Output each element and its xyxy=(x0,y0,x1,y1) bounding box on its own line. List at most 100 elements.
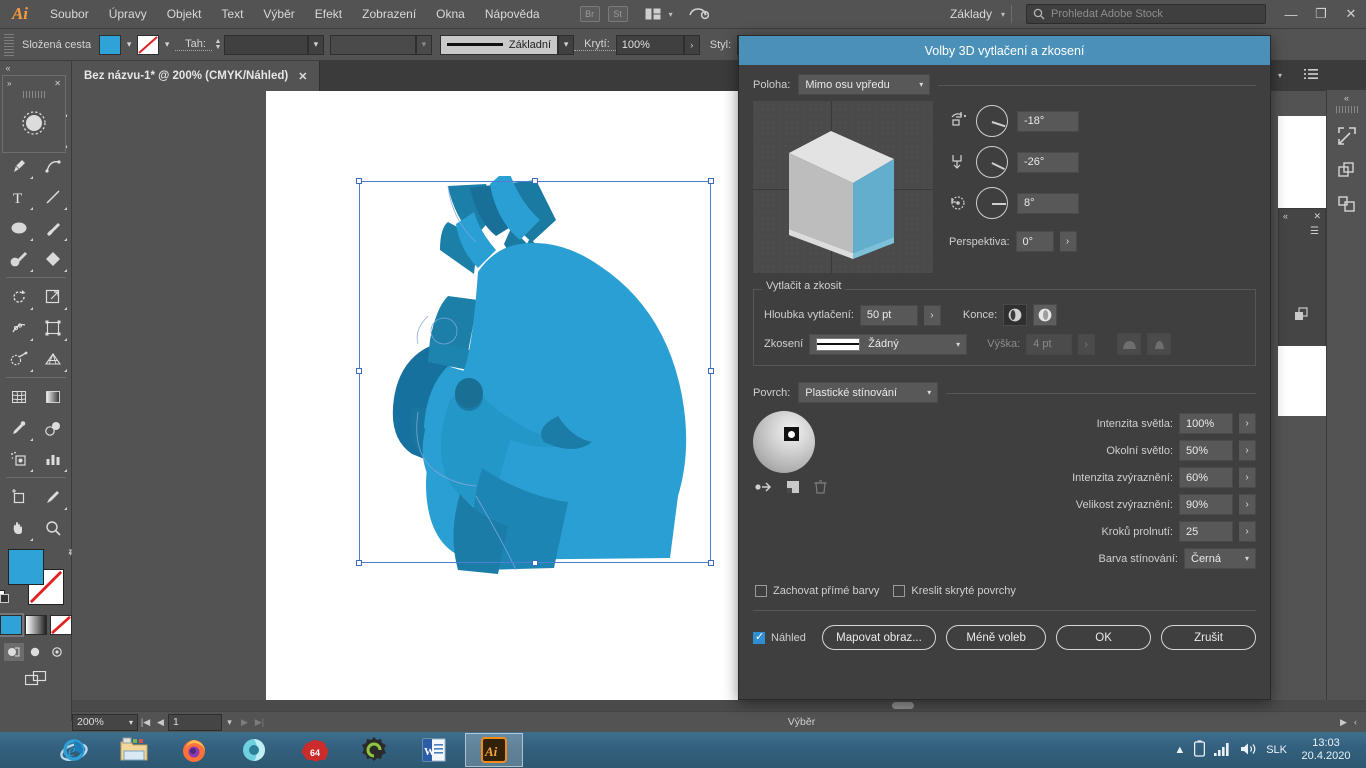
selection-handle-ml[interactable] xyxy=(356,368,362,374)
move-light-back-icon[interactable] xyxy=(755,481,772,496)
ambient-light-flyout-icon[interactable]: › xyxy=(1239,440,1256,461)
blend-steps-input[interactable]: 25 xyxy=(1179,521,1233,542)
zoom-level-select[interactable]: 200% ▾ xyxy=(72,714,138,731)
tool-scale[interactable] xyxy=(36,281,70,312)
layers-panel-icon[interactable] xyxy=(1327,153,1366,187)
rotate-y-input[interactable]: -26° xyxy=(1017,152,1079,173)
document-tab[interactable]: Bez názvu-1* @ 200% (CMYK/Náhled) ✕ xyxy=(72,61,320,91)
network-signal-icon[interactable] xyxy=(1214,742,1231,759)
draw-hidden-faces-box[interactable] xyxy=(893,585,905,597)
selection-handle-tr[interactable] xyxy=(708,178,714,184)
default-fill-stroke-icon[interactable] xyxy=(0,590,10,607)
cc-sync-icon[interactable] xyxy=(687,4,709,25)
selection-handle-br[interactable] xyxy=(708,560,714,566)
preview-checkbox-box[interactable] xyxy=(753,632,765,644)
shading-color-select[interactable]: Černá ▾ xyxy=(1184,548,1256,569)
tool-perspective-grid[interactable] xyxy=(36,343,70,374)
taskbar-gear-app[interactable] xyxy=(345,733,403,767)
tool-shaper[interactable] xyxy=(2,243,36,274)
tool-zoom[interactable] xyxy=(36,512,70,543)
tool-slice[interactable] xyxy=(36,481,70,512)
stroke-weight-dropdown-icon[interactable]: ▾ xyxy=(308,35,324,55)
tool-mesh[interactable] xyxy=(2,381,36,412)
opacity-input[interactable]: 100% xyxy=(616,35,684,55)
first-artboard-icon[interactable]: |◀ xyxy=(138,714,153,731)
stroke-dropdown-icon[interactable]: ▾ xyxy=(159,35,175,55)
tool-type[interactable]: T xyxy=(2,181,36,212)
taskbar-file-explorer[interactable] xyxy=(105,733,163,767)
window-minimize-button[interactable]: — xyxy=(1276,0,1306,29)
stock-button[interactable]: St xyxy=(608,6,628,22)
tool-paintbrush[interactable] xyxy=(36,212,70,243)
stroke-weight-stepper[interactable]: ▲▼ xyxy=(212,35,224,55)
highlight-size-flyout-icon[interactable]: › xyxy=(1239,494,1256,515)
rotate-y-dial[interactable] xyxy=(976,146,1008,178)
workspace-chevron-icon[interactable]: ▾ xyxy=(1001,10,1005,19)
color-mode-color[interactable] xyxy=(0,615,22,635)
menu-text[interactable]: Text xyxy=(211,0,253,29)
panel-close-icon[interactable]: ✕ xyxy=(1313,211,1321,222)
control-bar-grip[interactable] xyxy=(4,34,14,56)
bridge-button[interactable]: Br xyxy=(580,6,600,22)
preview-checkbox[interactable]: Náhled xyxy=(753,632,806,644)
battery-icon[interactable] xyxy=(1194,740,1205,760)
tool-width[interactable] xyxy=(2,312,36,343)
tool-column-graph[interactable] xyxy=(36,443,70,474)
menu-objekt[interactable]: Objekt xyxy=(157,0,212,29)
selection-handle-tc[interactable] xyxy=(532,178,538,184)
cube-preview[interactable] xyxy=(753,101,933,273)
toolbar-collapse-icon[interactable]: « xyxy=(0,61,72,75)
stock-search-input[interactable]: Prohledat Adobe Stock xyxy=(1026,4,1266,24)
stroke-weight-input[interactable] xyxy=(224,35,308,55)
perspective-input[interactable]: 0° xyxy=(1016,231,1054,252)
prev-artboard-icon[interactable]: ◀ xyxy=(153,714,168,731)
tool-eyedropper[interactable] xyxy=(2,412,36,443)
bevel-select[interactable]: Žádný ▾ xyxy=(809,334,967,355)
panel-duplicate-icon[interactable] xyxy=(1279,297,1325,326)
selection-handle-tl[interactable] xyxy=(356,178,362,184)
language-indicator[interactable]: SLK xyxy=(1266,744,1287,756)
horizontal-scrollbar[interactable] xyxy=(72,700,1366,711)
menu-vyber[interactable]: Výběr xyxy=(253,0,304,29)
tool-rotate[interactable] xyxy=(2,281,36,312)
screen-mode-button[interactable] xyxy=(25,671,47,692)
taskbar-red-app[interactable]: 64 xyxy=(285,733,343,767)
taskbar-firefox[interactable] xyxy=(165,733,223,767)
panel-menu-icon[interactable]: ☰ xyxy=(1279,224,1325,237)
workspace-label[interactable]: Základy xyxy=(944,7,998,21)
document-tab-close-icon[interactable]: ✕ xyxy=(298,70,307,83)
light-intensity-flyout-icon[interactable]: › xyxy=(1239,413,1256,434)
artboard-number-input[interactable]: 1 xyxy=(168,714,222,731)
new-light-icon[interactable] xyxy=(786,480,800,497)
taskbar-illustrator[interactable]: Ai xyxy=(465,733,523,767)
preserve-spot-colors-checkbox[interactable]: Zachovat přímé barvy xyxy=(755,585,879,597)
tool-shape-builder[interactable] xyxy=(2,343,36,374)
surface-select[interactable]: Plastické stínování ▾ xyxy=(798,382,938,403)
window-close-button[interactable]: ✕ xyxy=(1336,0,1366,29)
taskbar-browser-teal[interactable] xyxy=(225,733,283,767)
menu-napoveda[interactable]: Nápověda xyxy=(475,0,550,29)
cap-off-button[interactable] xyxy=(1033,304,1057,326)
artboards-panel-icon[interactable] xyxy=(1327,187,1366,221)
tool-artboard[interactable] xyxy=(2,481,36,512)
start-button[interactable] xyxy=(0,732,44,768)
tool-pen[interactable] xyxy=(2,150,36,181)
map-art-button[interactable]: Mapovat obraz... xyxy=(822,625,936,650)
panel-collapse-icon[interactable]: « xyxy=(1283,211,1288,222)
ambient-light-input[interactable]: 50% xyxy=(1179,440,1233,461)
align-chevron-icon[interactable]: ▾ xyxy=(1278,71,1282,80)
fill-dropdown-icon[interactable]: ▾ xyxy=(121,35,137,55)
right-dock-collapse-icon[interactable]: « xyxy=(1327,90,1366,103)
menu-upravy[interactable]: Úpravy xyxy=(99,0,157,29)
tray-expand-icon[interactable]: ▲ xyxy=(1174,744,1185,756)
last-artboard-icon[interactable]: ▶| xyxy=(252,714,267,731)
taskbar-word[interactable]: W xyxy=(405,733,463,767)
draw-hidden-faces-checkbox[interactable]: Kreslit skryté povrchy xyxy=(893,585,1016,597)
menu-soubor[interactable]: Soubor xyxy=(40,0,99,29)
fewer-options-button[interactable]: Méně voleb xyxy=(946,625,1046,650)
clock[interactable]: 13:03 20.4.2020 xyxy=(1296,737,1356,763)
tool-hand[interactable] xyxy=(2,512,36,543)
highlight-intensity-input[interactable]: 60% xyxy=(1179,467,1233,488)
status-flyout-icon[interactable]: ▶ xyxy=(1336,714,1351,731)
tool-blend[interactable] xyxy=(36,412,70,443)
